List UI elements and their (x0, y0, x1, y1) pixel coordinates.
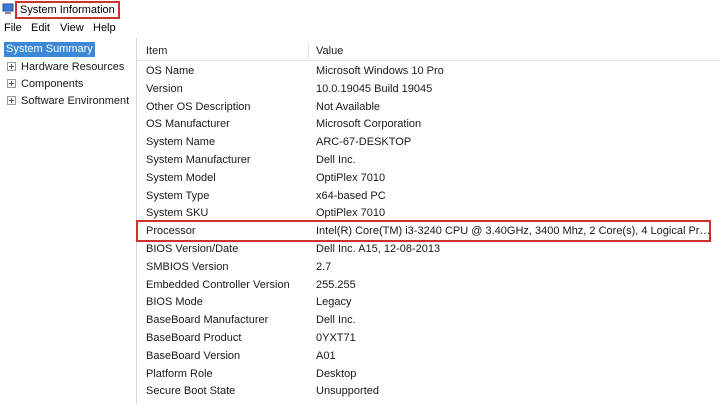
table-row-processor[interactable]: Processor Intel(R) Core(TM) i3-3240 CPU @… (138, 223, 720, 241)
row-value: x64-based PC (316, 189, 386, 202)
window-title: System Information (15, 1, 120, 19)
row-item: BaseBoard Manufacturer (146, 314, 269, 327)
menu-edit[interactable]: Edit (31, 22, 50, 35)
table-row[interactable]: OS Manufacturer Microsoft Corporation (138, 116, 720, 134)
row-item: BaseBoard Version (146, 349, 241, 362)
row-item: System Type (146, 189, 210, 202)
row-item: Version (146, 82, 183, 95)
table-row[interactable]: Embedded Controller Version 255.255 (138, 277, 720, 295)
row-item: Secure Boot State (146, 385, 236, 398)
table-row[interactable]: Platform Role Desktop (138, 366, 720, 384)
row-item: Platform Role (146, 367, 213, 380)
table-row[interactable]: BaseBoard Manufacturer Dell Inc. (138, 312, 720, 330)
row-value: OptiPlex 7010 (316, 171, 386, 184)
system-information-icon (2, 3, 14, 14)
list-header: Item Value (138, 41, 720, 61)
row-value: 2.7 (316, 260, 332, 273)
row-item: System Model (146, 171, 216, 184)
expand-icon[interactable] (7, 62, 16, 71)
table-row[interactable]: System SKU OptiPlex 7010 (138, 205, 720, 223)
row-value: ARC-67-DESKTOP (316, 136, 412, 149)
row-item: BIOS Version/Date (146, 242, 239, 255)
table-row[interactable]: BIOS Mode Legacy (138, 294, 720, 312)
column-header-item[interactable]: Item (138, 41, 308, 61)
tree-item-label: Software Environment (21, 95, 130, 107)
row-value: Microsoft Windows 10 Pro (316, 65, 444, 77)
row-value: Unsupported (316, 385, 379, 398)
row-item: Embedded Controller Version (146, 278, 290, 291)
row-item: OS Name (146, 65, 195, 77)
row-value: 0YXT71 (316, 331, 356, 344)
row-value: Not Available (316, 100, 381, 113)
row-item: System Manufacturer (146, 153, 251, 166)
table-row[interactable]: Version 10.0.19045 Build 19045 (138, 81, 720, 99)
tree-item-hardware-resources[interactable]: Hardware Resources (7, 60, 124, 75)
row-value: 10.0.19045 Build 19045 (316, 82, 433, 95)
table-row[interactable]: BaseBoard Product 0YXT71 (138, 330, 720, 348)
row-value: Dell Inc. (316, 153, 356, 166)
table-row[interactable]: BaseBoard Version A01 (138, 348, 720, 366)
table-row[interactable]: System Name ARC-67-DESKTOP (138, 134, 720, 152)
category-tree: System Summary Hardware Resources Compon… (0, 38, 137, 404)
tree-item-label: Components (21, 78, 84, 90)
table-row[interactable]: Secure Boot State Unsupported (138, 383, 720, 401)
tree-item-components[interactable]: Components (7, 77, 83, 92)
tree-item-system-summary[interactable]: System Summary (4, 42, 95, 57)
title-bar: System Information (0, 0, 720, 20)
table-row[interactable]: System Type x64-based PC (138, 188, 720, 206)
row-value: Intel(R) Core(TM) i3-3240 CPU @ 3.40GHz,… (316, 225, 712, 238)
table-row[interactable]: SMBIOS Version 2.7 (138, 259, 720, 277)
row-item: System Name (146, 136, 216, 149)
row-item: Processor (146, 225, 196, 238)
expand-icon[interactable] (7, 79, 16, 88)
row-value: Legacy (316, 296, 352, 309)
row-value: Dell Inc. A15, 12-08-2013 (316, 242, 441, 255)
row-value: Dell Inc. (316, 314, 356, 327)
tree-item-software-environment[interactable]: Software Environment (7, 94, 129, 109)
table-row[interactable]: BIOS Version/Date Dell Inc. A15, 12-08-20… (138, 241, 720, 259)
row-item: System SKU (146, 207, 209, 220)
row-item: BaseBoard Product (146, 331, 242, 344)
menu-view[interactable]: View (60, 22, 84, 35)
column-header-value[interactable]: Value (308, 41, 708, 61)
row-value: A01 (316, 349, 336, 362)
row-value: Desktop (316, 367, 357, 380)
list-rows: OS Name Microsoft Windows 10 Pro Version 1… (138, 63, 720, 401)
table-row[interactable]: OS Name Microsoft Windows 10 Pro (138, 63, 720, 81)
row-item: BIOS Mode (146, 296, 203, 309)
row-value: 255.255 (316, 278, 356, 291)
tree-item-label: Hardware Resources (21, 61, 125, 73)
details-list: Item Value OS Name Microsoft Windows 10 P… (138, 38, 720, 404)
row-item: SMBIOS Version (146, 260, 229, 273)
row-item: Other OS Description (146, 100, 251, 113)
table-row[interactable]: System Manufacturer Dell Inc. (138, 152, 720, 170)
menu-file[interactable]: File (4, 22, 22, 35)
menu-help[interactable]: Help (93, 22, 116, 35)
row-item: OS Manufacturer (146, 118, 230, 131)
table-row[interactable]: System Model OptiPlex 7010 (138, 170, 720, 188)
row-value: OptiPlex 7010 (316, 207, 386, 220)
table-row[interactable]: Other OS Description Not Available (138, 99, 720, 117)
menu-bar: File Edit View Help (0, 20, 720, 37)
expand-icon[interactable] (7, 96, 16, 105)
row-value: Microsoft Corporation (316, 118, 422, 131)
